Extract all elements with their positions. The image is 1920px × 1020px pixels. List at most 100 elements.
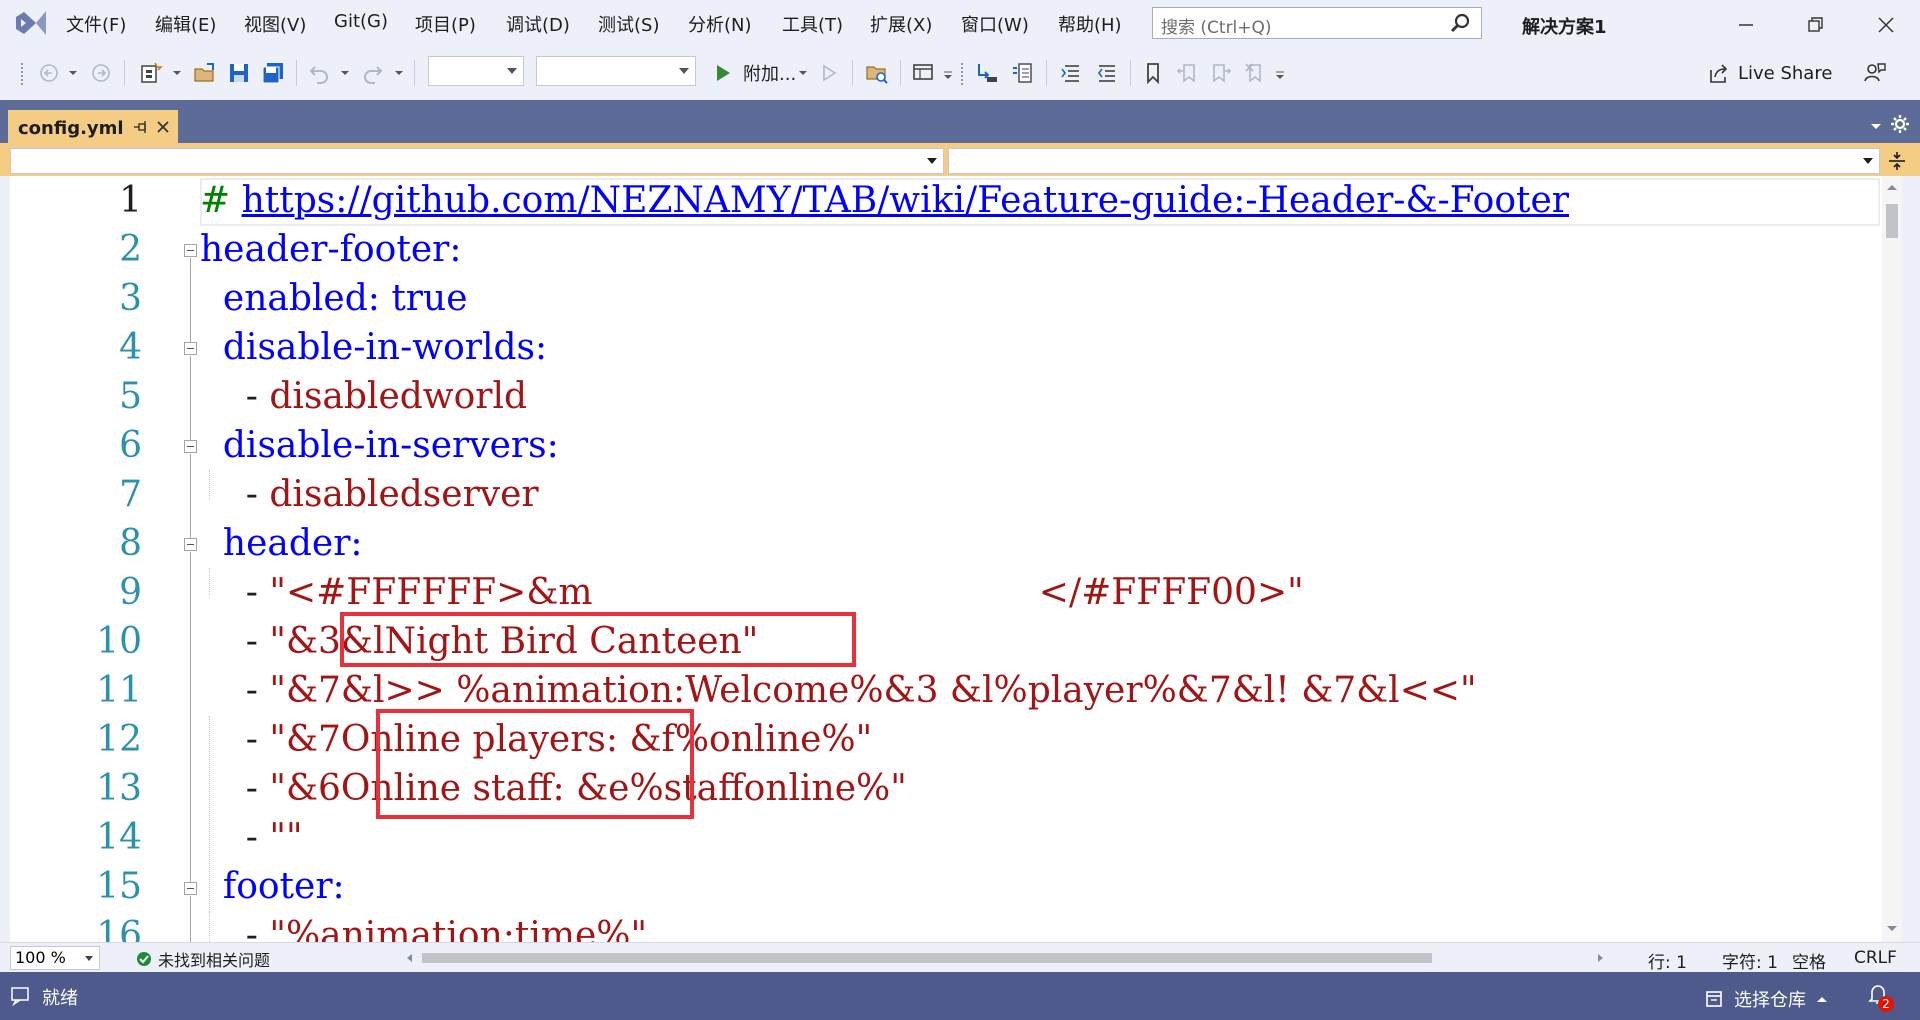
solution-platform-select[interactable]: [536, 56, 696, 86]
select-repository-button[interactable]: 选择仓库: [1704, 986, 1828, 1012]
menu-git[interactable]: Git(G): [334, 11, 388, 32]
clear-bookmarks-button[interactable]: [1240, 58, 1270, 88]
next-bookmark-button[interactable]: [1206, 58, 1236, 88]
code-token: footer:: [200, 866, 345, 907]
tab-list-dropdown-icon[interactable]: [1868, 118, 1884, 134]
previous-bookmark-button[interactable]: [1172, 58, 1202, 88]
code-line[interactable]: header:: [200, 519, 363, 568]
minimize-button[interactable]: [1716, 6, 1776, 44]
save-all-button[interactable]: [258, 58, 288, 88]
scrollbar-thumb[interactable]: [422, 953, 1432, 963]
horizontal-scrollbar[interactable]: [404, 951, 1614, 965]
close-tab-icon[interactable]: [154, 118, 172, 136]
menu-analyze[interactable]: 分析(N): [688, 11, 752, 37]
open-file-button[interactable]: [190, 58, 220, 88]
scroll-down-icon[interactable]: [1886, 924, 1898, 934]
menu-file[interactable]: 文件(F): [66, 11, 126, 37]
code-link[interactable]: https://github.com/NEZNAMY/TAB/wiki/Feat…: [242, 180, 1569, 221]
code-token: header:: [200, 523, 363, 564]
redo-button[interactable]: [358, 58, 388, 88]
attach-run-button[interactable]: [710, 58, 736, 88]
redo-dropdown[interactable]: [392, 58, 406, 88]
issues-indicator[interactable]: 未找到相关问题: [136, 947, 270, 971]
menu-project[interactable]: 项目(P): [415, 11, 476, 37]
gear-icon[interactable]: [1890, 114, 1910, 134]
step-into-button[interactable]: [972, 58, 1002, 88]
code-line[interactable]: # https://github.com/NEZNAMY/TAB/wiki/Fe…: [200, 176, 1569, 225]
comment-lines-icon: [1061, 65, 1079, 82]
tab-config-yml[interactable]: config.yml: [8, 110, 178, 146]
feedback-button[interactable]: [1860, 58, 1890, 88]
uncomment-lines-button[interactable]: [1092, 58, 1122, 88]
window-layout-button[interactable]: [908, 58, 938, 88]
restore-icon: [1808, 17, 1823, 32]
fold-toggle-icon[interactable]: [184, 244, 197, 257]
menu-window[interactable]: 窗口(W): [961, 11, 1029, 37]
fold-toggle-icon[interactable]: [184, 440, 197, 453]
code-editor[interactable]: 1 2 3 4 5 6 7 8 9 10 11 12 13 14 15 16 #…: [10, 176, 1882, 942]
code-line[interactable]: - "&7&l>> %animation:Welcome%&3 &l%playe…: [200, 666, 1477, 715]
browse-folder-button[interactable]: [862, 58, 892, 88]
undo-dropdown[interactable]: [338, 58, 352, 88]
code-line[interactable]: footer:: [200, 862, 345, 911]
member-dropdown[interactable]: [948, 148, 1880, 174]
visual-studio-logo-icon[interactable]: [14, 8, 48, 38]
vertical-scrollbar[interactable]: [1882, 176, 1902, 942]
code-line[interactable]: - disabledserver: [200, 470, 539, 519]
navigate-forward-button[interactable]: [86, 58, 116, 88]
zoom-select[interactable]: 100 %: [10, 946, 100, 970]
code-line[interactable]: disable-in-worlds:: [200, 323, 547, 372]
new-dropdown[interactable]: [170, 58, 184, 88]
fold-toggle-icon[interactable]: [184, 882, 197, 895]
line-ending-indicator[interactable]: CRLF: [1854, 948, 1897, 968]
split-window-icon[interactable]: [1886, 150, 1908, 172]
back-dropdown[interactable]: [66, 58, 80, 88]
code-line[interactable]: header-footer:: [200, 225, 461, 274]
menu-extensions[interactable]: 扩展(X): [870, 11, 932, 37]
navigate-back-button[interactable]: [34, 58, 64, 88]
fold-toggle-icon[interactable]: [184, 538, 197, 551]
line-indicator[interactable]: 行: 1: [1648, 948, 1687, 973]
menu-debug[interactable]: 调试(D): [506, 11, 570, 37]
menu-test[interactable]: 测试(S): [598, 11, 659, 37]
scroll-right-icon[interactable]: [1596, 953, 1606, 963]
search-input[interactable]: 搜索 (Ctrl+Q): [1152, 7, 1482, 39]
toolbar-grip[interactable]: [20, 62, 24, 86]
comment-lines-button[interactable]: [1056, 58, 1086, 88]
comment-block-button[interactable]: [1008, 58, 1038, 88]
code-line[interactable]: - "<#FFFFFF>&m </#FFFF00>": [200, 568, 1304, 617]
menu-tools[interactable]: 工具(T): [782, 11, 843, 37]
scroll-up-icon[interactable]: [1886, 182, 1898, 192]
output-window-icon[interactable]: [10, 986, 32, 1006]
scrollbar-thumb[interactable]: [1886, 204, 1898, 238]
new-project-button[interactable]: [136, 58, 166, 88]
whitespace-indicator[interactable]: 空格: [1792, 948, 1826, 973]
char-indicator[interactable]: 字符: 1: [1722, 948, 1778, 973]
code-line[interactable]: - "%animation:time%": [200, 911, 647, 942]
notifications-button[interactable]: 2: [1866, 982, 1896, 1012]
code-line[interactable]: - disabledworld: [200, 372, 527, 421]
solution-configuration-select[interactable]: [428, 56, 524, 86]
start-without-debugging-button[interactable]: [816, 58, 842, 88]
pin-icon[interactable]: [132, 118, 150, 136]
menu-view[interactable]: 视图(V): [244, 11, 306, 37]
undo-button[interactable]: [304, 58, 334, 88]
fold-toggle-icon[interactable]: [184, 342, 197, 355]
attach-dropdown[interactable]: [796, 58, 810, 88]
code-line[interactable]: enabled: true: [200, 274, 468, 323]
scope-dropdown[interactable]: [10, 148, 944, 174]
close-window-button[interactable]: [1856, 6, 1916, 44]
menu-edit[interactable]: 编辑(E): [155, 11, 216, 37]
toggle-bookmark-button[interactable]: [1138, 58, 1168, 88]
attach-label[interactable]: 附加...: [743, 60, 796, 86]
menu-help[interactable]: 帮助(H): [1058, 11, 1122, 37]
layout-dropdown[interactable]: [942, 58, 954, 88]
save-button[interactable]: [224, 58, 254, 88]
code-line[interactable]: - "": [200, 813, 303, 862]
live-share-button[interactable]: Live Share: [1708, 58, 1832, 88]
code-line[interactable]: disable-in-servers:: [200, 421, 559, 470]
scroll-left-icon[interactable]: [404, 953, 414, 963]
toolbar-overflow[interactable]: [1274, 58, 1286, 88]
toolbar-grip[interactable]: [960, 62, 964, 86]
restore-button[interactable]: [1786, 6, 1846, 44]
